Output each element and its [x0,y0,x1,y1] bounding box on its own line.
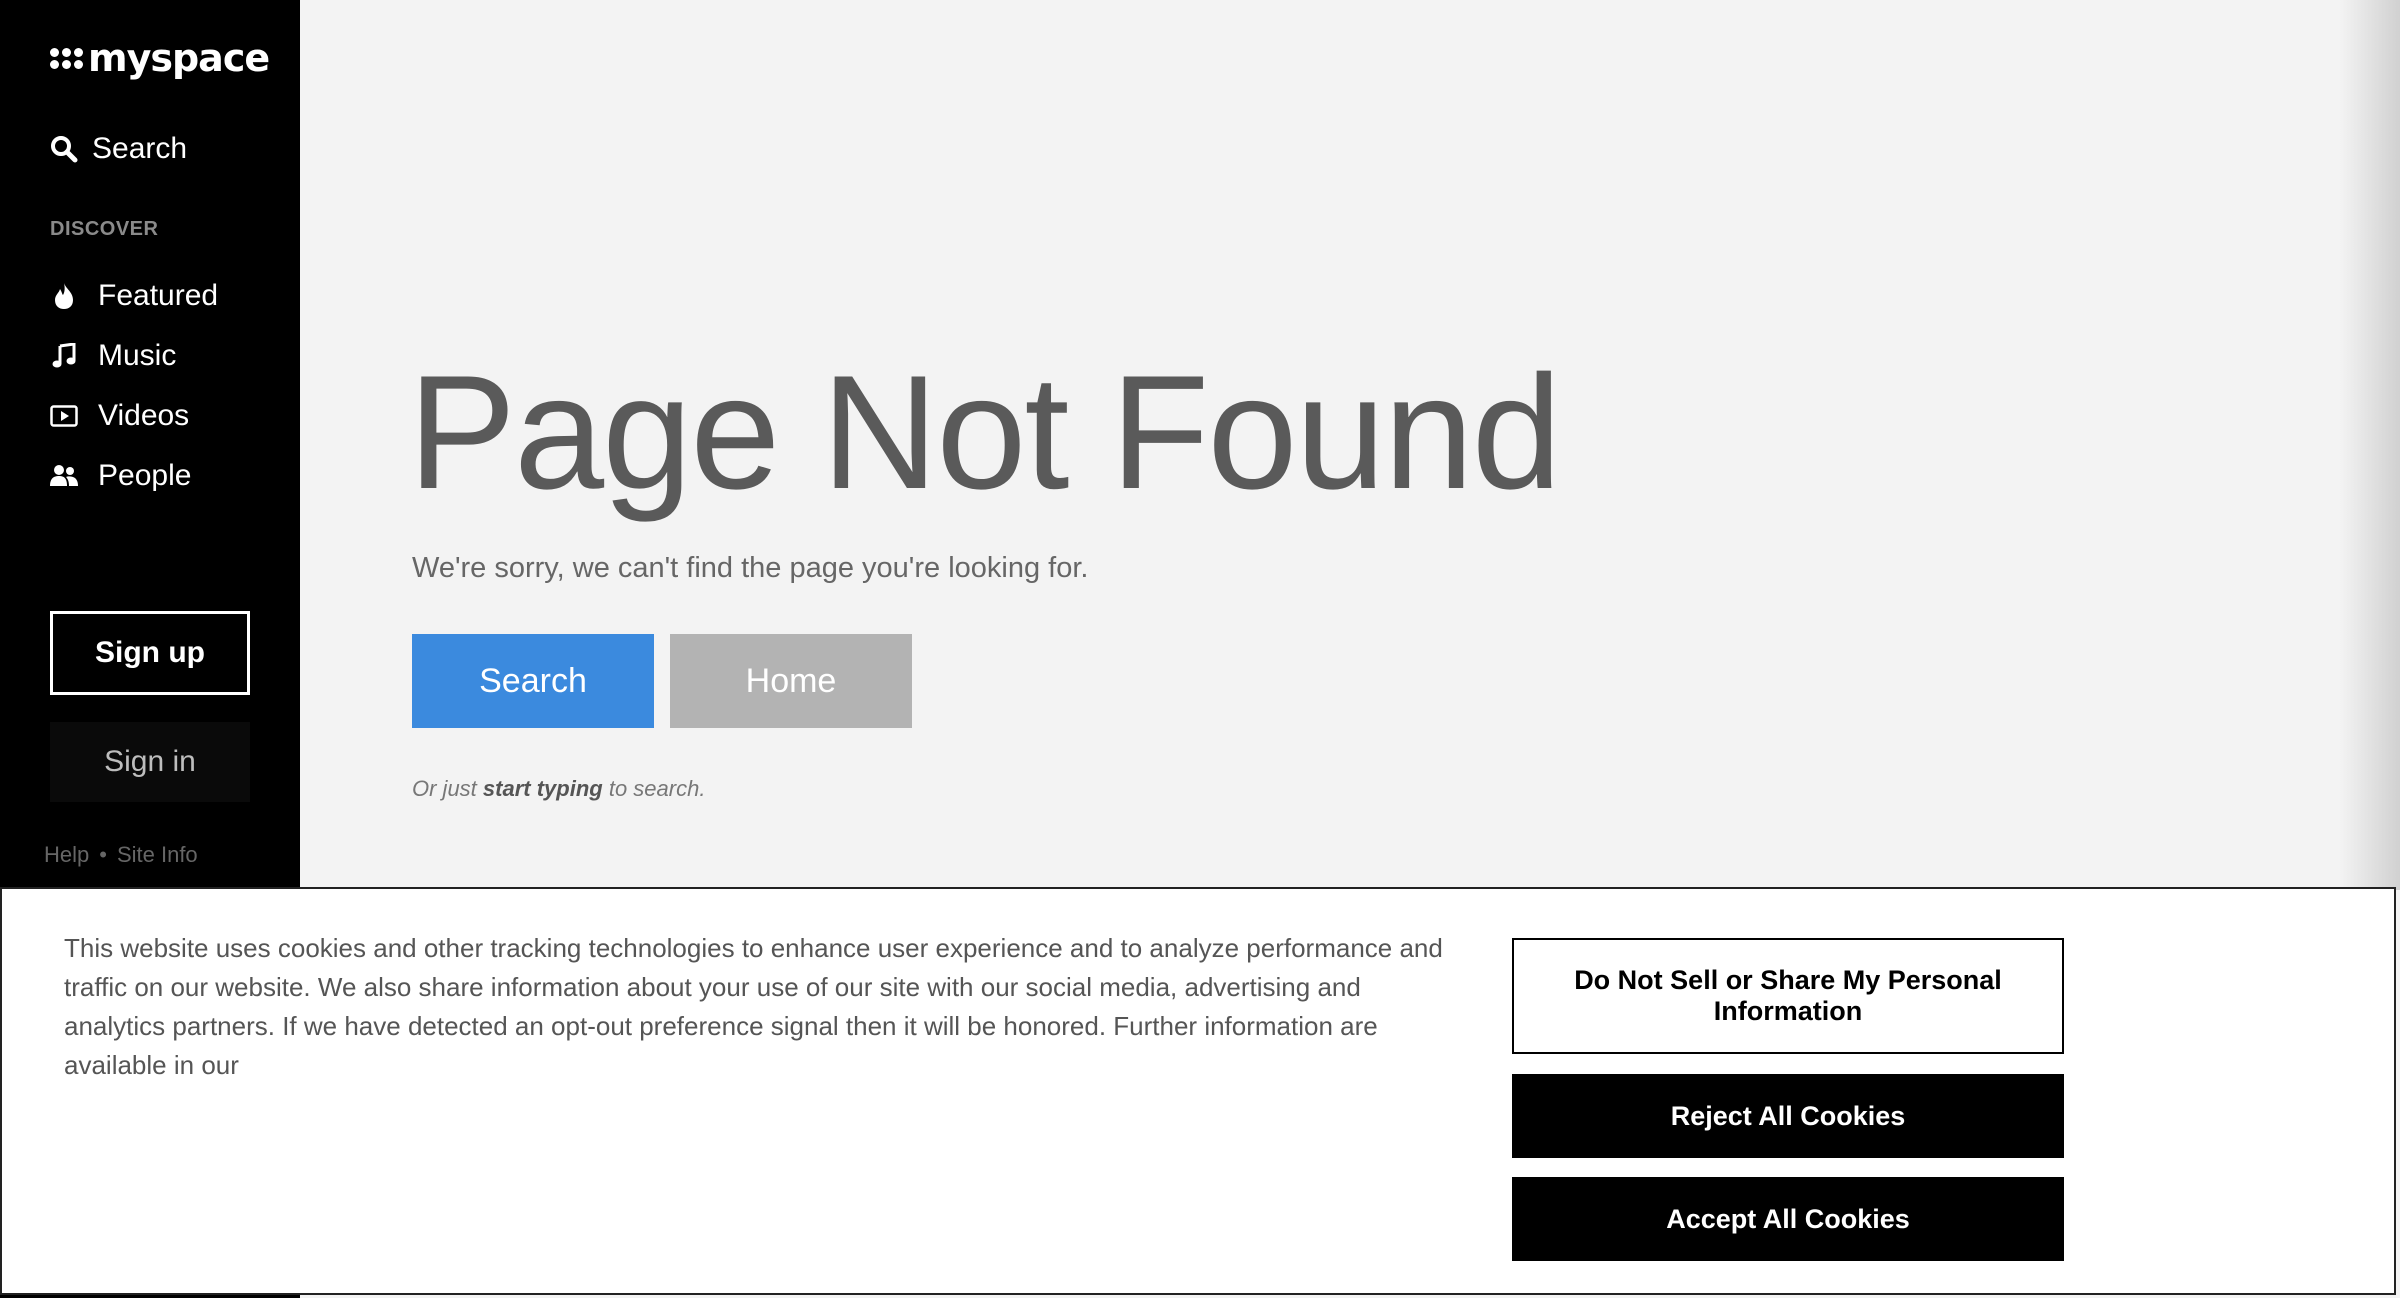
edge-shadow [2340,0,2400,890]
flame-icon [50,282,78,310]
people-icon [50,464,78,488]
page-title: Page Not Found [408,342,1562,523]
sidebar-search-label: Search [92,132,188,165]
music-note-icon [50,343,78,369]
site-info-link[interactable]: Site Info [117,842,198,868]
cookie-banner: This website uses cookies and other trac… [0,887,2396,1295]
typing-hint: Or just start typing to search. [412,776,705,802]
home-button[interactable]: Home [670,634,912,728]
sidebar-item-label: Music [98,339,177,372]
sidebar-search[interactable]: Search [50,132,187,166]
sidebar-item-label: People [98,459,192,492]
search-button[interactable]: Search [412,634,654,728]
signin-button[interactable]: Sign in [50,722,250,802]
sidebar-item-music[interactable]: Music [50,326,218,386]
hint-suffix: to search. [608,776,706,801]
sidebar-item-people[interactable]: People [50,446,218,506]
discover-nav: Featured Music Videos People [50,266,218,506]
discover-section-label: DISCOVER [50,218,159,240]
signup-button[interactable]: Sign up [50,611,250,695]
help-link[interactable]: Help [44,842,89,868]
footer-separator: • [99,842,107,867]
sidebar-item-label: Featured [98,279,219,312]
sidebar-item-videos[interactable]: Videos [50,386,218,446]
sidebar-item-label: Videos [98,399,190,432]
hint-prefix: Or just [412,776,477,801]
logo-text: myspace [88,36,270,80]
myspace-logo[interactable]: myspace [50,36,270,80]
sidebar-item-featured[interactable]: Featured [50,266,218,326]
hint-bold: start typing [482,776,603,801]
logo-dots-icon [50,47,84,69]
accept-cookies-button[interactable]: Accept All Cookies [1512,1177,2064,1261]
page-subtitle: We're sorry, we can't find the page you'… [412,552,1089,584]
reject-cookies-button[interactable]: Reject All Cookies [1512,1074,2064,1158]
video-play-icon [50,405,78,427]
cookie-notice-text: This website uses cookies and other trac… [64,933,1443,1080]
sidebar-footer: Help • Site Info [44,842,198,868]
do-not-sell-button[interactable]: Do Not Sell or Share My Personal Informa… [1512,938,2064,1054]
search-icon [51,136,78,163]
